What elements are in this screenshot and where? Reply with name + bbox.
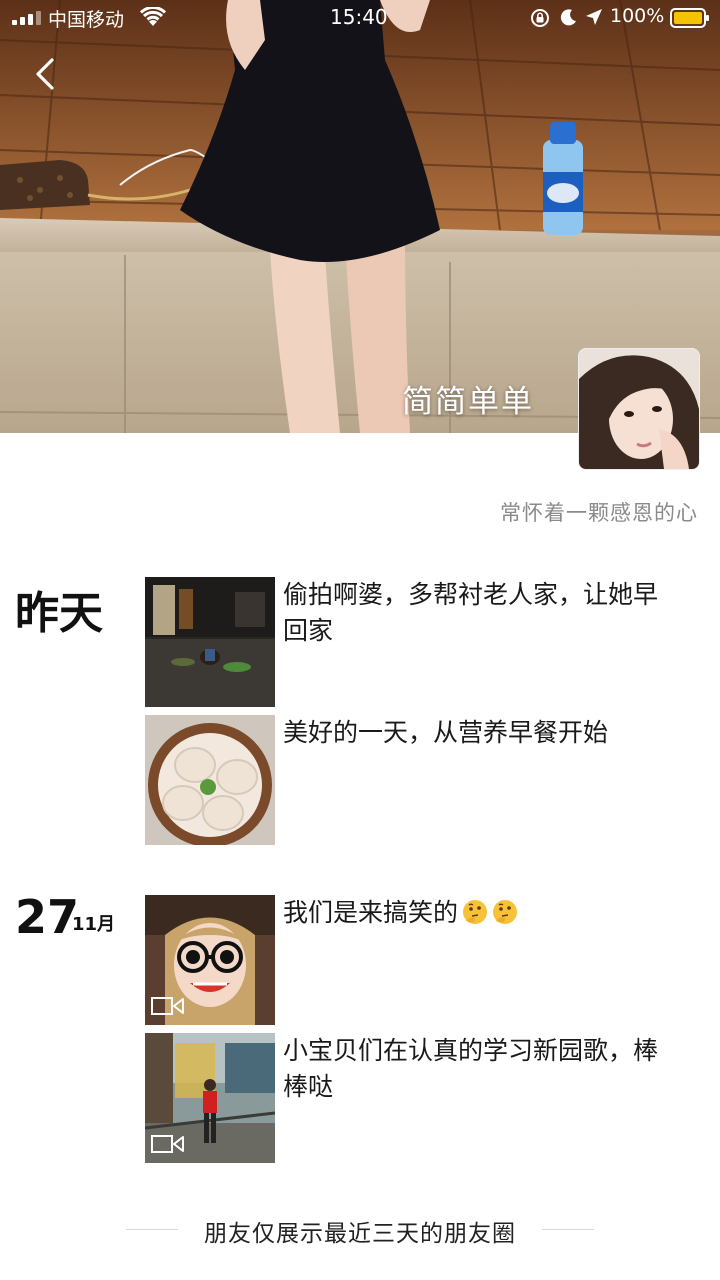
date-label-yesterday: 昨天	[15, 588, 103, 639]
divider	[542, 1229, 594, 1230]
moment-post[interactable]: 小宝贝们在认真的学习新园歌，棒棒哒	[145, 1033, 705, 1163]
signal-bars-icon	[12, 11, 41, 25]
moment-post[interactable]: 偷拍啊婆，多帮衬老人家，让她早回家	[145, 577, 705, 707]
status-bar: 中国移动 15:40 100%	[0, 0, 720, 36]
battery-percentage: 100%	[610, 5, 665, 27]
wifi-icon	[140, 7, 166, 26]
thinking-face-emoji-icon	[493, 900, 518, 924]
date-label-month: 11月	[72, 914, 116, 935]
post-video-thumbnail[interactable]	[145, 895, 275, 1025]
profile-name: 简简单单	[402, 384, 534, 420]
location-arrow-icon	[586, 9, 602, 25]
do-not-disturb-icon	[560, 9, 576, 26]
carrier-name: 中国移动	[48, 9, 125, 31]
thinking-face-emoji-icon	[463, 900, 488, 924]
visibility-notice-text: 朋友仅展示最近三天的朋友圈	[204, 1221, 516, 1247]
post-text[interactable]: 小宝贝们在认真的学习新园歌，棒棒哒	[283, 1033, 663, 1105]
post-text-content: 我们是来搞笑的	[283, 898, 459, 927]
post-text[interactable]: 美好的一天，从营养早餐开始	[283, 715, 663, 751]
battery-icon	[670, 8, 709, 28]
moments-profile-page: 中国移动 15:40 100% 简简单单 常怀着一颗感恩的心 昨天 偷拍啊婆，多…	[0, 0, 720, 1280]
video-camera-icon	[151, 997, 184, 1015]
post-text[interactable]: 我们是来搞笑的	[283, 895, 663, 931]
back-button[interactable]	[28, 54, 64, 94]
avatar[interactable]	[578, 348, 700, 470]
chevron-left-icon	[36, 58, 54, 90]
profile-signature: 常怀着一颗感恩的心	[500, 501, 698, 525]
post-text[interactable]: 偷拍啊婆，多帮衬老人家，让她早回家	[283, 577, 663, 649]
date-label-day: 27	[15, 890, 80, 944]
moment-post[interactable]: 我们是来搞笑的	[145, 895, 705, 1025]
post-thumbnail[interactable]	[145, 577, 275, 707]
rotation-lock-icon	[531, 9, 549, 27]
status-time: 15:40	[330, 5, 388, 29]
video-camera-icon	[151, 1135, 184, 1153]
moment-post[interactable]: 美好的一天，从营养早餐开始	[145, 715, 705, 845]
post-thumbnail[interactable]	[145, 715, 275, 845]
post-video-thumbnail[interactable]	[145, 1033, 275, 1163]
visibility-notice: 朋友仅展示最近三天的朋友圈	[0, 1212, 720, 1248]
